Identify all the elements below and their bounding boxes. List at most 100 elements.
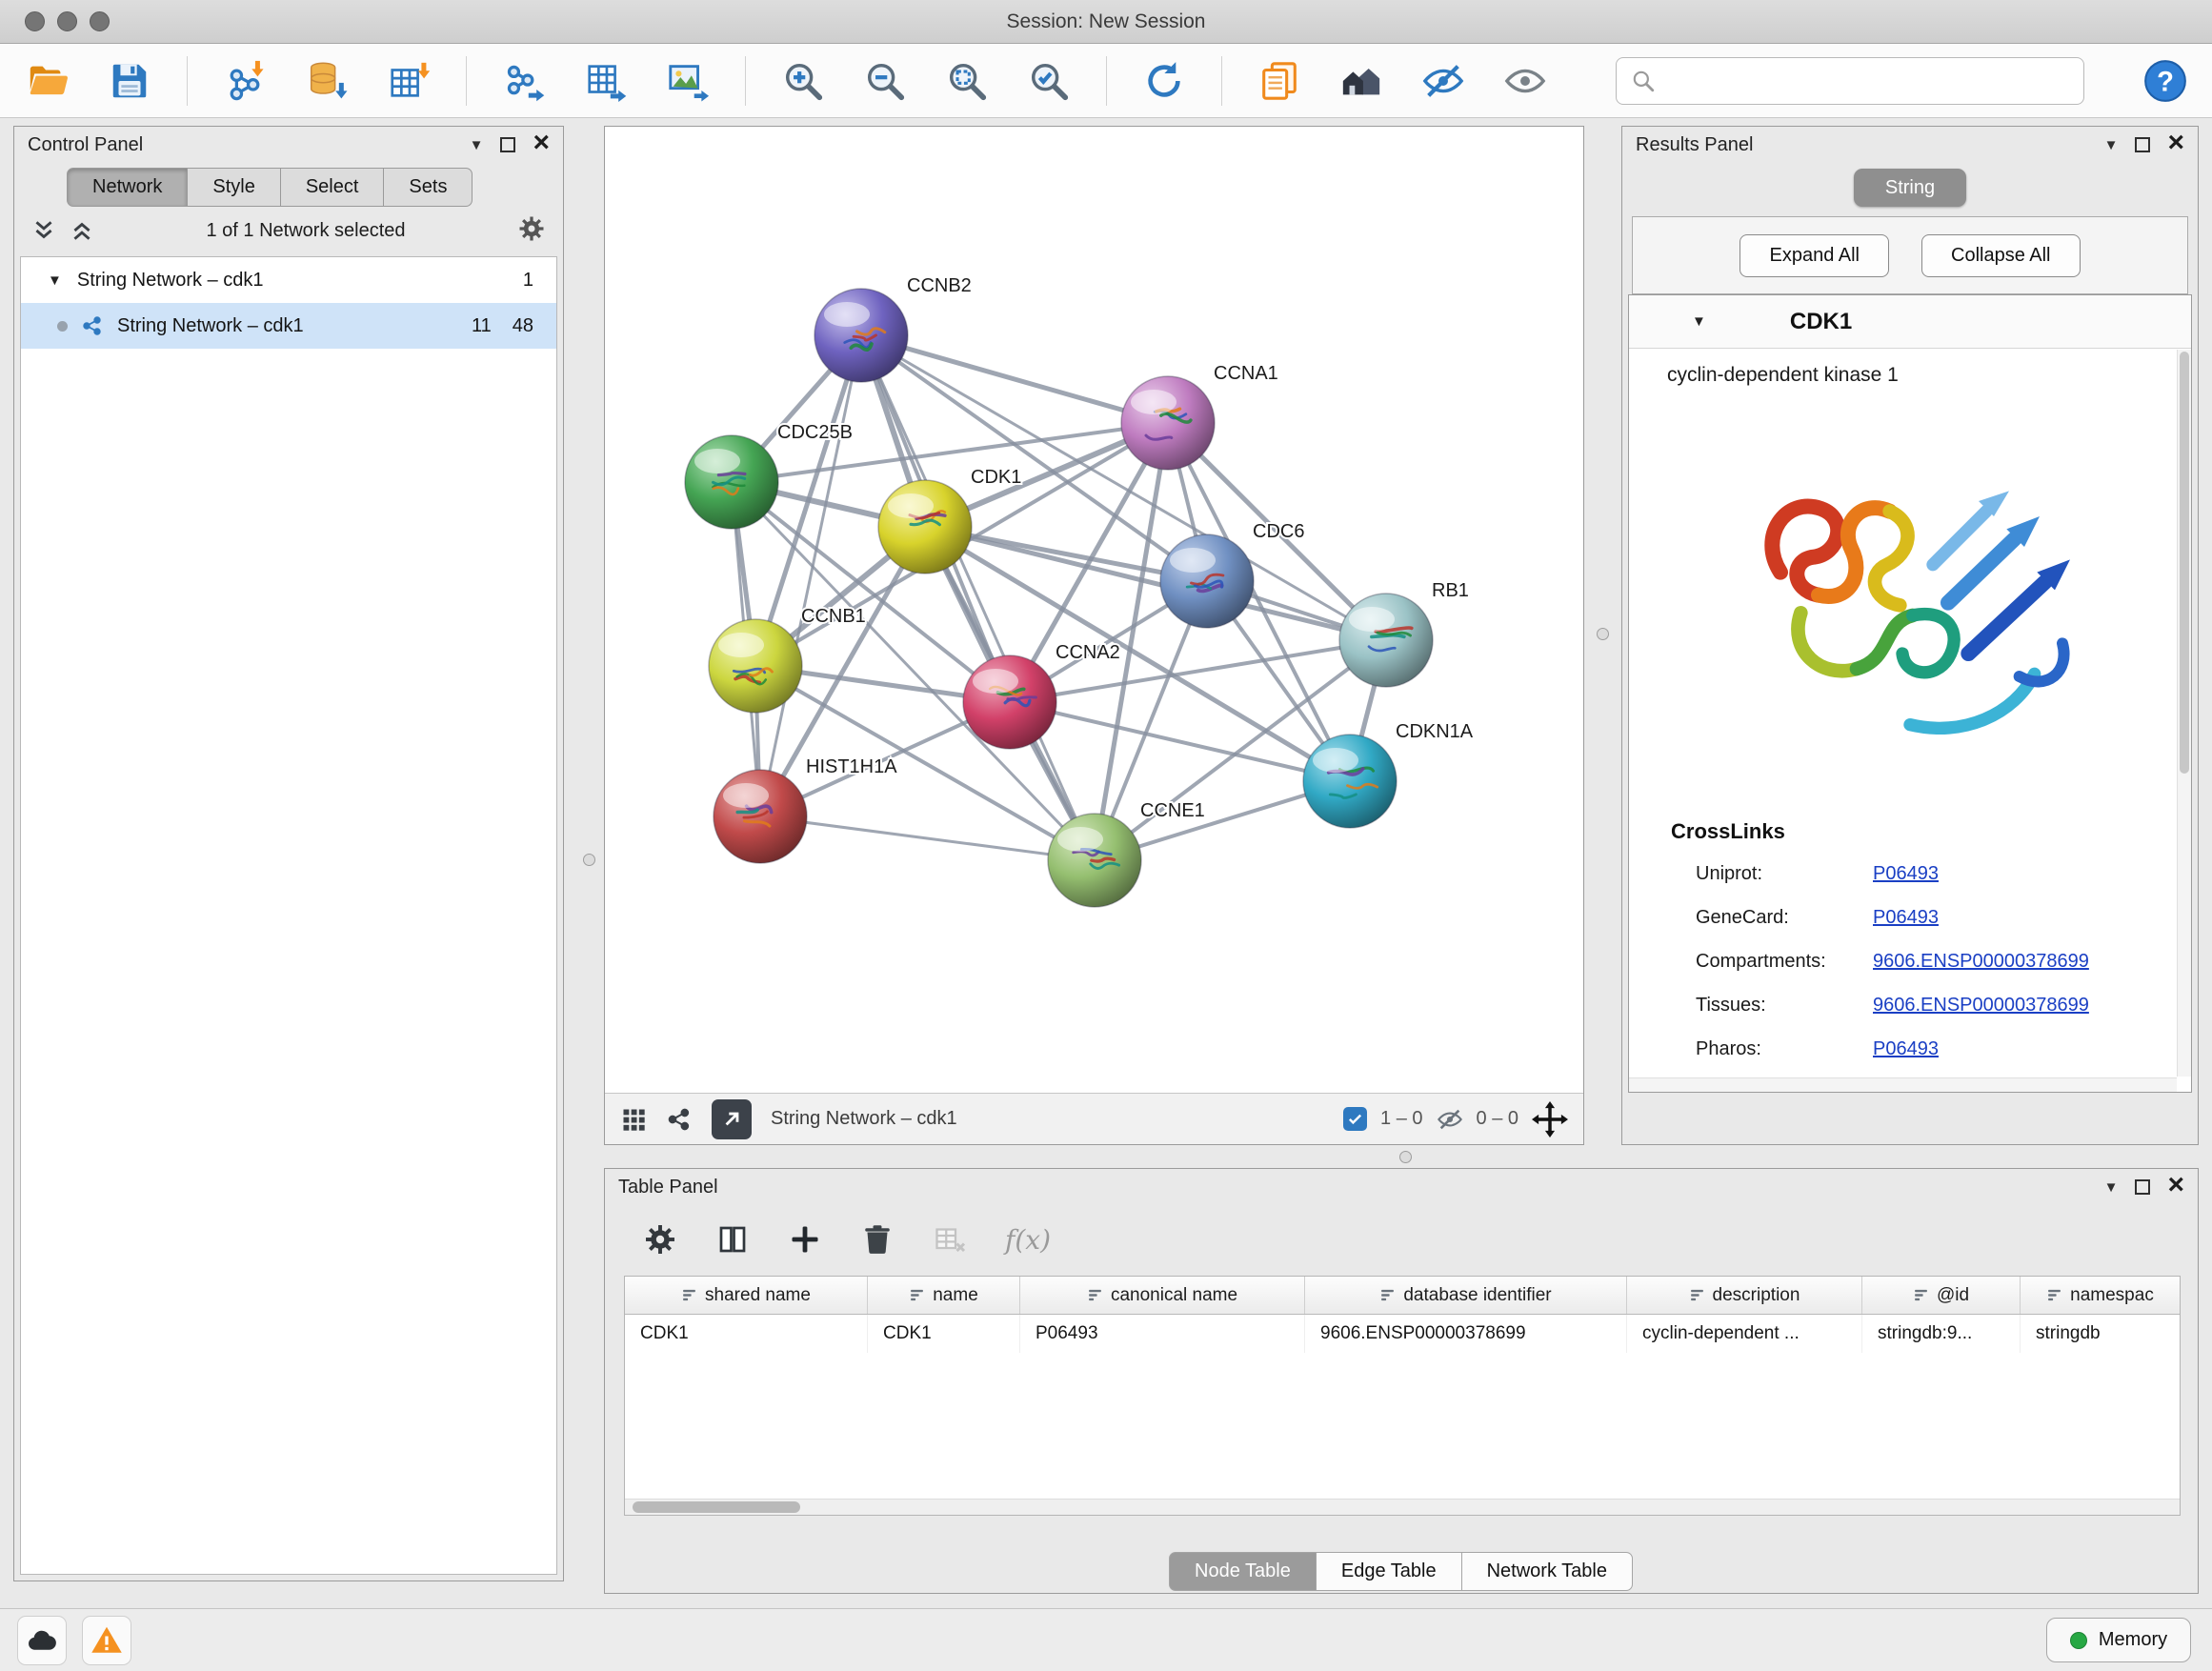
tab-style[interactable]: Style bbox=[187, 168, 280, 207]
tab-string[interactable]: String bbox=[1854, 169, 1966, 207]
zoom-out-button[interactable] bbox=[858, 54, 912, 108]
column-header-description[interactable]: description bbox=[1627, 1277, 1862, 1314]
crosslink-link[interactable]: P06493 bbox=[1873, 863, 1939, 885]
new-network-from-selection-button[interactable] bbox=[497, 54, 551, 108]
network-node-CCNB2[interactable]: CCNB2 bbox=[814, 275, 972, 382]
apply-layout-button[interactable] bbox=[1137, 54, 1191, 108]
panel-menu-icon[interactable]: ▼ bbox=[470, 138, 484, 152]
show-columns-button[interactable] bbox=[715, 1222, 750, 1257]
splitter-handle[interactable] bbox=[1597, 628, 1609, 640]
tab-network[interactable]: Network bbox=[67, 168, 188, 207]
crosslink-link[interactable]: P06493 bbox=[1873, 907, 1939, 929]
network-canvas[interactable]: CCNB2CCNA1CDC25BCDK1CDC6RB1CCNB1CCNA2CDK… bbox=[605, 127, 1583, 1093]
cell-description[interactable]: cyclin-dependent ... bbox=[1627, 1315, 1862, 1353]
tab-select[interactable]: Select bbox=[280, 168, 385, 207]
save-session-button[interactable] bbox=[103, 54, 156, 108]
tab-sets[interactable]: Sets bbox=[383, 168, 473, 207]
collapse-all-button[interactable]: Collapse All bbox=[1921, 234, 2081, 277]
detach-view-button[interactable] bbox=[712, 1099, 752, 1139]
show-all-button[interactable] bbox=[1498, 54, 1552, 108]
network-edge[interactable] bbox=[760, 816, 1095, 860]
scrollbar-thumb[interactable] bbox=[2180, 352, 2189, 774]
table-settings-button[interactable] bbox=[643, 1222, 677, 1257]
network-options-button[interactable] bbox=[517, 214, 546, 248]
crosslink-link[interactable]: 9606.ENSP00000378699 bbox=[1873, 995, 2089, 1017]
chevron-double-up-icon[interactable] bbox=[70, 218, 94, 243]
panel-close-icon[interactable]: × bbox=[2167, 1169, 2184, 1201]
panel-close-icon[interactable]: × bbox=[533, 127, 550, 159]
open-session-button[interactable] bbox=[21, 54, 74, 108]
network-edge[interactable] bbox=[861, 335, 1095, 860]
panel-menu-icon[interactable]: ▼ bbox=[2104, 138, 2119, 152]
help-button[interactable]: ? bbox=[2140, 55, 2191, 107]
hide-selected-button[interactable] bbox=[1417, 54, 1470, 108]
network-node-CDC6[interactable]: CDC6 bbox=[1160, 521, 1304, 628]
panel-float-icon[interactable] bbox=[2135, 1179, 2150, 1195]
scrollbar-thumb[interactable] bbox=[633, 1501, 800, 1513]
warnings-button[interactable] bbox=[82, 1616, 131, 1665]
horizontal-scrollbar[interactable] bbox=[625, 1499, 2180, 1515]
network-edge[interactable] bbox=[1010, 702, 1350, 781]
birds-eye-move-icon[interactable] bbox=[1532, 1101, 1568, 1137]
import-network-from-file-button[interactable] bbox=[218, 54, 271, 108]
tab-edge-table[interactable]: Edge Table bbox=[1316, 1552, 1462, 1591]
tree-collapse-icon[interactable]: ▼ bbox=[48, 272, 62, 289]
splitter-handle[interactable] bbox=[1399, 1151, 1412, 1163]
collapse-icon[interactable]: ▼ bbox=[1692, 313, 1706, 330]
memo-button[interactable] bbox=[1253, 54, 1306, 108]
cloud-status-button[interactable] bbox=[17, 1616, 67, 1665]
network-row-selected[interactable]: String Network – cdk1 11 48 bbox=[21, 303, 556, 349]
horizontal-scrollbar[interactable] bbox=[1629, 1077, 2177, 1092]
network-node-HIST1H1A[interactable]: HIST1H1A bbox=[714, 756, 897, 863]
network-collection-row[interactable]: ▼ String Network – cdk1 1 bbox=[21, 257, 556, 303]
tab-network-table[interactable]: Network Table bbox=[1461, 1552, 1633, 1591]
grid-view-icon[interactable] bbox=[620, 1106, 647, 1133]
cell-name[interactable]: CDK1 bbox=[868, 1315, 1020, 1353]
memory-button[interactable]: Memory bbox=[2046, 1618, 2191, 1662]
function-builder-button[interactable]: f(x) bbox=[1005, 1224, 1051, 1256]
chevron-double-down-icon[interactable] bbox=[31, 218, 56, 243]
import-table-button[interactable] bbox=[382, 54, 435, 108]
vertical-scrollbar[interactable] bbox=[2177, 350, 2191, 1077]
protein-card-header[interactable]: ▼ CDK1 bbox=[1629, 295, 2191, 349]
network-edge[interactable] bbox=[861, 335, 1168, 423]
panel-float-icon[interactable] bbox=[500, 137, 515, 152]
global-search-input[interactable] bbox=[1616, 57, 2084, 105]
column-header-name[interactable]: name bbox=[868, 1277, 1020, 1314]
network-node-CCNB1[interactable]: CCNB1 bbox=[709, 606, 866, 713]
network-graph[interactable]: CCNB2CCNA1CDC25BCDK1CDC6RB1CCNB1CCNA2CDK… bbox=[605, 127, 1583, 1093]
table-row[interactable]: CDK1 CDK1 P06493 9606.ENSP00000378699 cy… bbox=[625, 1315, 2180, 1353]
network-view-icon[interactable] bbox=[666, 1106, 693, 1133]
zoom-fit-button[interactable] bbox=[940, 54, 994, 108]
export-table-button[interactable] bbox=[579, 54, 633, 108]
delete-column-button[interactable] bbox=[860, 1222, 895, 1257]
zoom-in-button[interactable] bbox=[776, 54, 830, 108]
home-button[interactable] bbox=[1335, 54, 1388, 108]
hidden-eye-slash-icon[interactable] bbox=[1437, 1106, 1463, 1133]
import-network-from-database-button[interactable] bbox=[300, 54, 353, 108]
selected-checkbox-icon[interactable] bbox=[1343, 1107, 1367, 1131]
cell-canonical-name[interactable]: P06493 bbox=[1020, 1315, 1305, 1353]
tab-node-table[interactable]: Node Table bbox=[1169, 1552, 1317, 1591]
cell-database-identifier[interactable]: 9606.ENSP00000378699 bbox=[1305, 1315, 1627, 1353]
panel-close-icon[interactable]: × bbox=[2167, 127, 2184, 159]
network-node-CCNA1[interactable]: CCNA1 bbox=[1121, 363, 1278, 470]
expand-all-button[interactable]: Expand All bbox=[1739, 234, 1889, 277]
network-node-RB1[interactable]: RB1 bbox=[1339, 580, 1469, 687]
zoom-selected-button[interactable] bbox=[1022, 54, 1076, 108]
export-image-button[interactable] bbox=[661, 54, 714, 108]
column-header-shared-name[interactable]: shared name bbox=[625, 1277, 868, 1314]
panel-menu-icon[interactable]: ▼ bbox=[2104, 1180, 2119, 1195]
network-edge[interactable] bbox=[760, 335, 861, 816]
cell-namespace[interactable]: stringdb bbox=[2021, 1315, 2180, 1353]
panel-float-icon[interactable] bbox=[2135, 137, 2150, 152]
crosslink-link[interactable]: P06493 bbox=[1873, 1038, 1939, 1060]
splitter-handle[interactable] bbox=[583, 854, 595, 866]
cell-id[interactable]: stringdb:9... bbox=[1862, 1315, 2021, 1353]
column-header-canonical-name[interactable]: canonical name bbox=[1020, 1277, 1305, 1314]
crosslink-link[interactable]: 9606.ENSP00000378699 bbox=[1873, 951, 2089, 973]
column-header-database-identifier[interactable]: database identifier bbox=[1305, 1277, 1627, 1314]
column-header-namespace[interactable]: namespac bbox=[2021, 1277, 2180, 1314]
cell-shared-name[interactable]: CDK1 bbox=[625, 1315, 868, 1353]
create-column-button[interactable] bbox=[788, 1222, 822, 1257]
